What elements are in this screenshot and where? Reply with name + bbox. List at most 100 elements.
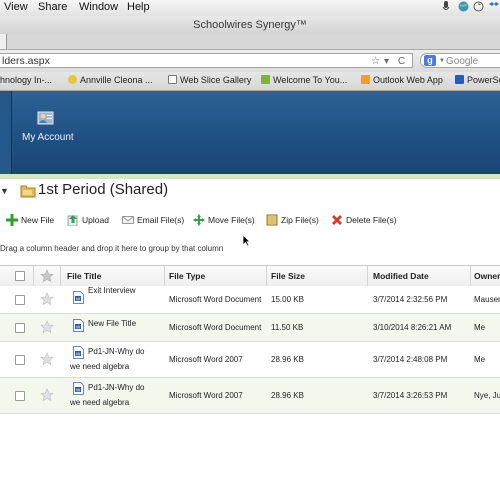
modified-date: 3/7/2014 3:26:53 PM (373, 391, 448, 400)
new-file-button[interactable]: New File (6, 214, 54, 226)
move-files-button[interactable]: Move File(s) (193, 214, 255, 226)
search-field[interactable]: g ▼ Google (420, 53, 500, 68)
favorite-star-icon[interactable] (40, 320, 54, 334)
microphone-icon[interactable] (442, 1, 450, 16)
bookmark-favicon-icon (455, 75, 464, 84)
email-files-button[interactable]: Email File(s) (122, 214, 184, 226)
file-title[interactable]: Pd1-JN-Why do (88, 347, 144, 356)
shared-folder-icon (20, 184, 36, 198)
my-account-icon[interactable] (35, 109, 55, 129)
header-underband (0, 174, 500, 179)
globe-icon[interactable] (458, 1, 469, 15)
bookmark-item[interactable]: Welcome To You... (261, 75, 347, 85)
bookmark-item[interactable]: hnology In-... (0, 75, 52, 85)
word-document-icon: W (73, 346, 84, 359)
column-header-file-size[interactable]: File Size (271, 271, 305, 281)
bookmarks-bar: hnology In-... Annville Cleona ... Web S… (0, 72, 500, 91)
mouse-cursor-icon (242, 234, 251, 252)
bookmark-item[interactable]: PowerSc (455, 75, 500, 85)
delete-files-button[interactable]: Delete File(s) (331, 214, 397, 226)
word-document-icon: W (73, 291, 84, 304)
my-account-link[interactable]: My Account (22, 132, 74, 143)
bookmark-favicon-icon (261, 75, 270, 84)
bookmark-item[interactable]: Outlook Web App (361, 75, 443, 85)
sync-icon[interactable] (473, 1, 484, 15)
file-size: 15.00 KB (271, 295, 304, 304)
os-menu-bar: View Share Window Help (0, 0, 500, 17)
menu-share[interactable]: Share (38, 1, 67, 13)
row-checkbox[interactable] (15, 295, 25, 305)
favorite-star-icon[interactable] (40, 269, 54, 283)
column-header-file-title[interactable]: File Title (67, 271, 101, 281)
move-arrows-icon (193, 214, 205, 226)
column-header-owner[interactable]: Owner (474, 271, 500, 281)
modified-date: 3/7/2014 2:32:56 PM (373, 295, 448, 304)
browser-tab[interactable] (0, 34, 7, 49)
bookmark-item[interactable]: Web Slice Gallery (168, 75, 251, 85)
plus-icon (6, 214, 18, 226)
grid-header: File Title File Type File Size Modified … (0, 265, 500, 287)
url-text: lders.aspx (2, 55, 50, 67)
page-title: 1st Period (Shared) (38, 181, 169, 198)
upload-button[interactable]: Upload (67, 214, 109, 226)
google-logo-icon: g (424, 55, 436, 66)
file-title-line2[interactable]: we need algebra (70, 398, 129, 407)
file-size: 11.50 KB (271, 323, 304, 332)
word-document-icon: W (73, 382, 84, 395)
file-size: 28.96 KB (271, 391, 304, 400)
collapse-arrow-icon[interactable]: ▼ (0, 185, 9, 197)
favorite-star-icon[interactable] (40, 352, 54, 366)
modified-date: 3/7/2014 2:48:08 PM (373, 355, 448, 364)
file-size: 28.96 KB (271, 355, 304, 364)
file-type: Microsoft Word Document (169, 295, 262, 304)
table-row[interactable]: W Pd1-JN-Why do we need algebra Microsof… (0, 378, 500, 414)
bookmark-star-icon[interactable]: ☆ (371, 54, 380, 69)
row-checkbox[interactable] (15, 355, 25, 365)
delete-x-icon (332, 215, 342, 225)
chevron-down-icon[interactable]: ▼ (439, 54, 445, 69)
app-header (0, 91, 500, 174)
zip-files-button[interactable]: Zip File(s) (266, 214, 319, 226)
group-by-hint: Drag a column header and drop it here to… (0, 244, 224, 253)
bookmark-favicon-icon (361, 75, 370, 84)
menu-help[interactable]: Help (127, 1, 150, 13)
menu-view[interactable]: View (4, 1, 28, 13)
tab-strip (0, 34, 500, 50)
favorite-star-icon[interactable] (40, 292, 54, 306)
owner: Me (474, 323, 486, 332)
column-header-modified-date[interactable]: Modified Date (373, 271, 429, 281)
table-row[interactable]: W Pd1-JN-Why do we need algebra Microsof… (0, 342, 500, 378)
favorite-star-icon[interactable] (40, 388, 54, 402)
file-title-line2[interactable]: we need algebra (70, 362, 129, 371)
modified-date: 3/10/2014 8:26:21 AM (373, 323, 452, 332)
envelope-icon (122, 216, 134, 224)
owner: Nye, Ju (474, 391, 500, 400)
select-all-checkbox[interactable] (15, 271, 25, 281)
zip-icon (266, 214, 278, 226)
file-type: Microsoft Word 2007 (169, 355, 243, 364)
file-type: Microsoft Word Document (169, 323, 262, 332)
bookmark-favicon-icon (68, 75, 77, 84)
reload-icon[interactable]: C (398, 54, 405, 69)
owner: Me (474, 355, 486, 364)
table-row[interactable]: W Exit Interview Microsoft Word Document… (0, 286, 500, 314)
bookmark-item[interactable]: Annville Cleona ... (68, 75, 153, 85)
address-bar: lders.aspx ☆ ▾ C g ▼ Google (0, 50, 500, 73)
menu-window[interactable]: Window (79, 1, 118, 13)
table-row[interactable]: W New File Title Microsoft Word Document… (0, 314, 500, 342)
file-title[interactable]: Pd1-JN-Why do (88, 383, 144, 392)
file-type: Microsoft Word 2007 (169, 391, 243, 400)
chevron-down-icon[interactable]: ▾ (384, 54, 389, 69)
sidebar-collapse-panel[interactable] (0, 91, 12, 174)
upload-icon (67, 215, 78, 226)
word-document-icon: W (73, 319, 84, 332)
file-title[interactable]: New File Title (88, 319, 136, 328)
row-checkbox[interactable] (15, 323, 25, 333)
window-title: Schoolwires Synergy™ (0, 16, 500, 35)
dropbox-icon[interactable] (488, 1, 499, 15)
url-field[interactable]: lders.aspx ☆ ▾ C (0, 53, 413, 68)
column-header-file-type[interactable]: File Type (169, 271, 205, 281)
row-checkbox[interactable] (15, 391, 25, 401)
owner: Mauser, (474, 295, 500, 304)
file-title[interactable]: Exit Interview (88, 286, 136, 295)
